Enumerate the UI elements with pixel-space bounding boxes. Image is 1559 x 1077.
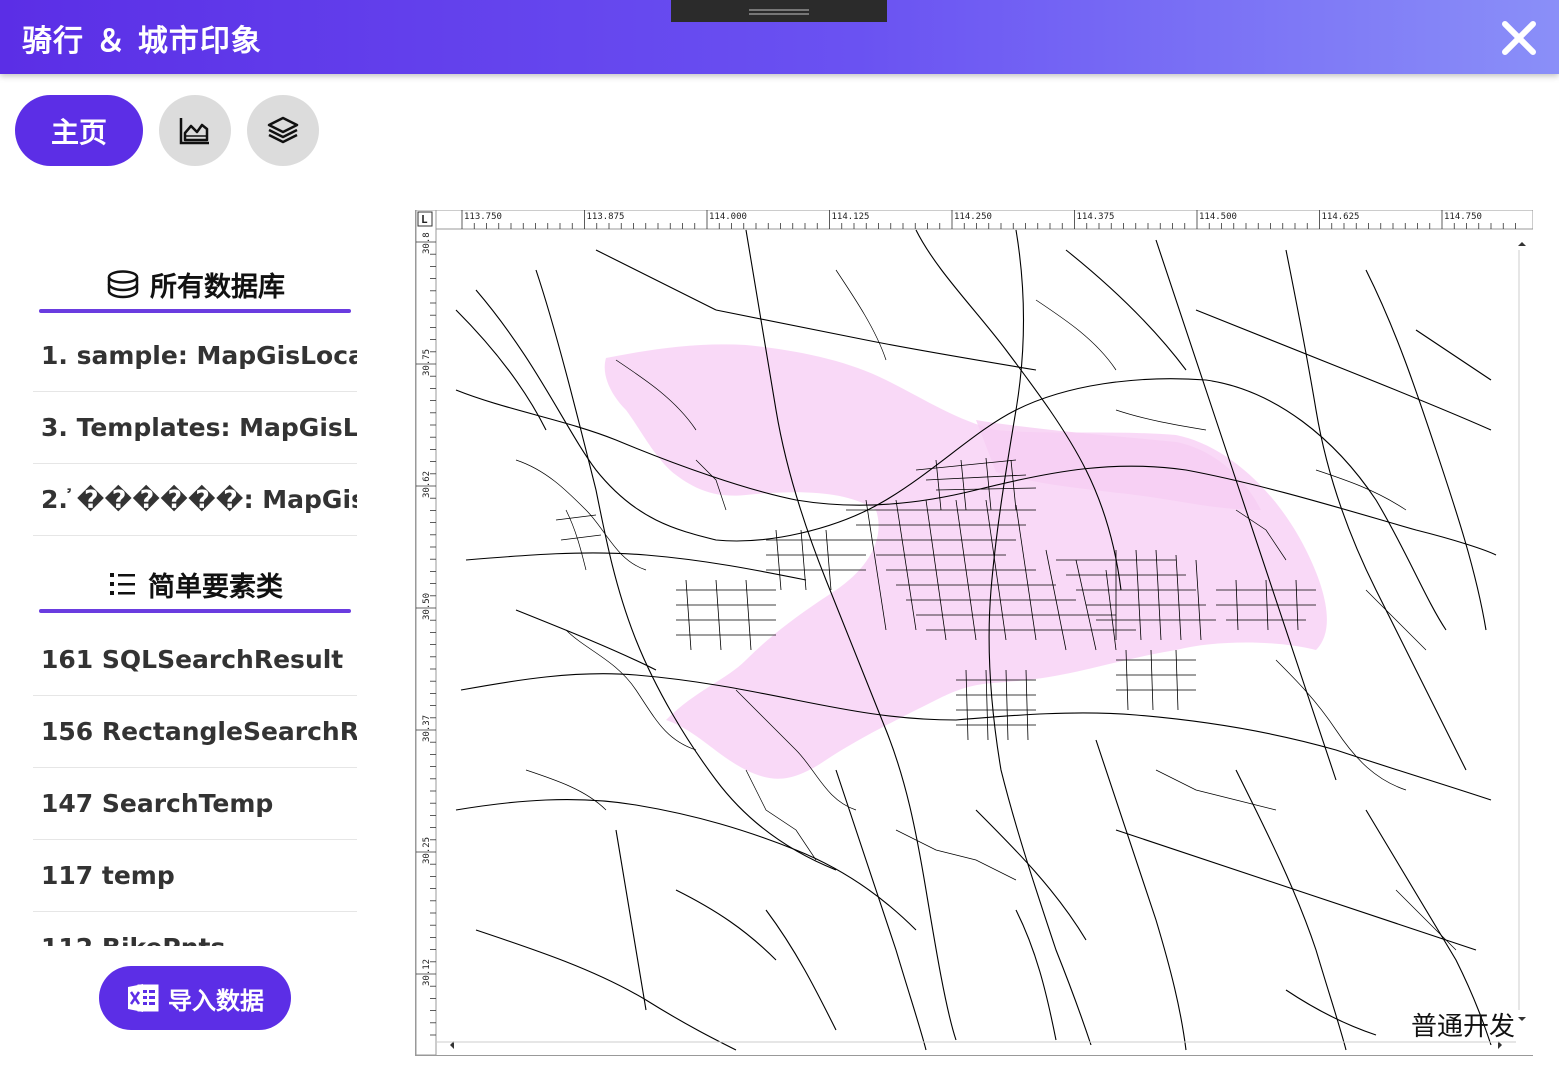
top-ruler-label: 114.000: [709, 212, 747, 222]
top-ruler-label: 114.125: [832, 212, 870, 222]
databases-header: 所有数据库: [40, 264, 351, 304]
database-item[interactable]: 1. sample: MapGisLocal: [33, 320, 357, 392]
map-footer-text: 普通开发: [1411, 1012, 1516, 1042]
features-header-label: 简单要素类: [148, 571, 283, 603]
title-bar: 骑行 ＆ 城市印象: [0, 0, 1559, 74]
databases-underline: [39, 309, 351, 313]
feature-item[interactable]: 161 SQLSearchResult: [33, 624, 357, 696]
import-data-label: 导入数据: [168, 986, 264, 1015]
features-underline: [39, 609, 351, 613]
drag-grip-line: [749, 9, 809, 11]
left-ruler-label: 30.8: [422, 232, 432, 254]
map-view[interactable]: L 113.750 113.875 114.000 114.125 114.250 114…: [415, 209, 1534, 1056]
top-ruler-label: 114.250: [954, 212, 992, 222]
home-tab-button[interactable]: 主页: [15, 95, 143, 166]
top-ruler-label: 113.750: [464, 212, 502, 222]
feature-item[interactable]: 112 BikePnts: [33, 912, 357, 946]
excel-icon: [128, 984, 159, 1012]
layers-tab-button[interactable]: [247, 95, 319, 166]
app-title: 骑行 ＆ 城市印象: [22, 24, 262, 59]
feature-item[interactable]: 117 temp: [33, 840, 357, 912]
top-ruler-label: 114.625: [1322, 212, 1360, 222]
database-icon: [107, 270, 139, 299]
list-icon: [110, 573, 135, 595]
database-item[interactable]: 2. ҆������: MapGisLocal: [33, 464, 357, 536]
top-ruler-label: 114.500: [1199, 212, 1237, 222]
area-chart-icon: [179, 117, 209, 144]
ruler-corner-label: L: [421, 213, 428, 226]
road-network: [455, 229, 1497, 1051]
feature-item[interactable]: 156 RectangleSearchResult: [33, 696, 357, 768]
scroll-up-arrow[interactable]: [1518, 242, 1526, 246]
left-ruler-label: 30.37: [422, 715, 432, 742]
drag-grip-line: [749, 13, 809, 15]
left-ruler-label: 30.12: [422, 959, 432, 986]
layers-icon: [267, 116, 299, 143]
map-canvas[interactable]: L 113.750 113.875 114.000 114.125 114.250 114…: [415, 209, 1534, 1056]
import-data-button[interactable]: 导入数据: [99, 966, 291, 1030]
scroll-down-arrow[interactable]: [1518, 1017, 1526, 1021]
database-item[interactable]: 3. Templates: MapGisLocal: [33, 392, 357, 464]
chart-tab-button[interactable]: [159, 95, 231, 166]
list-scroll-clip: 112 BikePnts: [0, 912, 370, 946]
left-ruler-label: 30.75: [422, 349, 432, 376]
urban-area: [604, 344, 1327, 779]
top-ruler-label: 113.875: [587, 212, 625, 222]
left-ruler-label: 30.50: [422, 593, 432, 620]
close-icon: [1502, 21, 1536, 55]
left-ruler-label: 30.62: [422, 471, 432, 498]
drag-handle[interactable]: [671, 0, 887, 22]
databases-header-label: 所有数据库: [150, 271, 285, 303]
top-ruler-label: 114.375: [1077, 212, 1115, 222]
left-ruler-label: 30.25: [422, 837, 432, 864]
close-button[interactable]: [1497, 16, 1541, 60]
top-ruler-label: 114.750: [1444, 212, 1482, 222]
features-header: 简单要素类: [40, 564, 351, 604]
feature-item[interactable]: 147 SearchTemp: [33, 768, 357, 840]
